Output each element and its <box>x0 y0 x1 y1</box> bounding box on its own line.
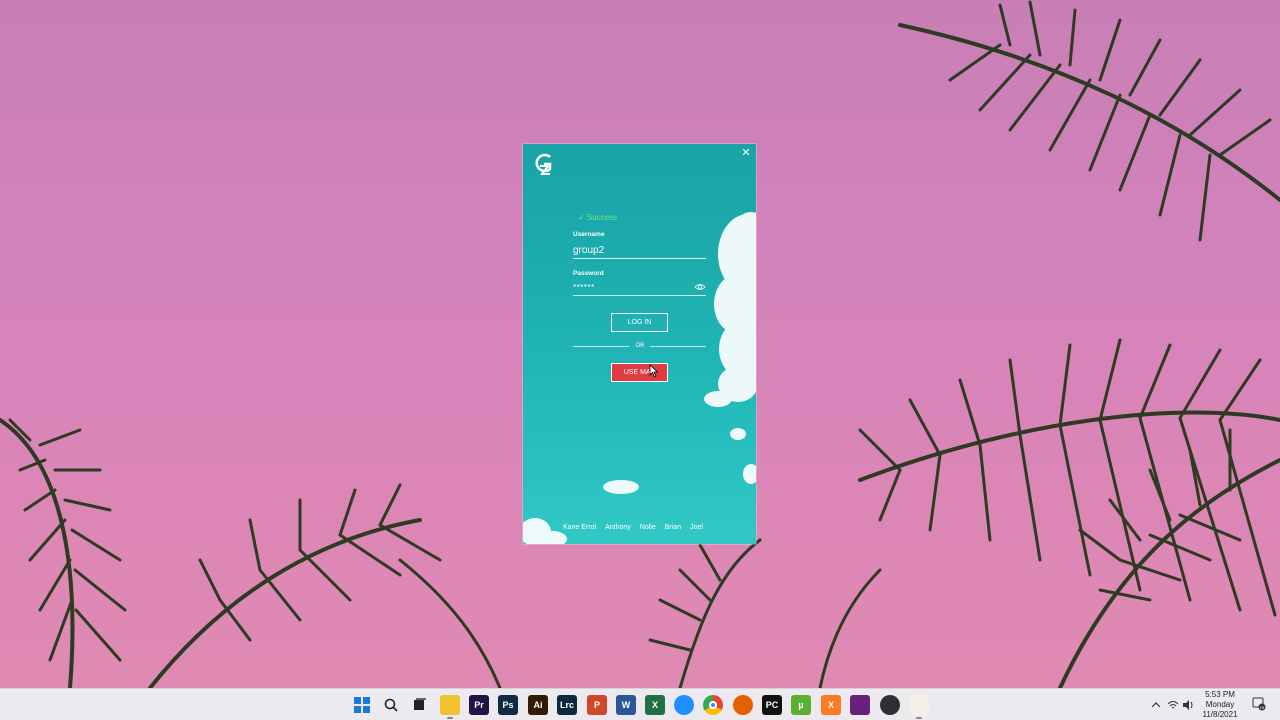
credit-name: Brian <box>664 524 682 531</box>
taskbar-word-icon[interactable]: W <box>616 695 636 715</box>
taskbar-excel-icon[interactable]: X <box>645 695 665 715</box>
taskbar-firefox-like-icon[interactable] <box>733 695 753 715</box>
taskbar-obs-icon[interactable] <box>880 695 900 715</box>
gz-logo-icon <box>535 153 552 175</box>
running-indicator <box>447 717 453 719</box>
username-label: Username <box>573 231 605 238</box>
clock-time: 5:53 PM <box>1205 690 1235 699</box>
taskbar-pycharm-icon[interactable]: PC <box>762 695 782 715</box>
wifi-icon[interactable] <box>1167 699 1179 711</box>
taskbar-windows-start-icon[interactable] <box>352 695 372 715</box>
taskbar-search-icon[interactable] <box>381 695 401 715</box>
taskbar-premiere-pro-icon[interactable]: Pr <box>469 695 489 715</box>
show-password-icon[interactable] <box>694 283 706 291</box>
taskbar-visual-studio-icon[interactable] <box>850 695 870 715</box>
taskbar-photoshop-icon[interactable]: Ps <box>498 695 518 715</box>
taskbar-task-view-icon[interactable] <box>410 695 430 715</box>
credit-name: Anthony <box>605 524 631 531</box>
username-input[interactable] <box>573 243 706 259</box>
chevron-up-icon[interactable] <box>1150 699 1162 711</box>
mouse-cursor-icon <box>649 364 659 378</box>
or-label: OR <box>635 343 645 349</box>
notification-center-icon[interactable]: 15 <box>1252 697 1266 711</box>
or-divider-right <box>650 346 706 347</box>
notification-count: 15 <box>1260 705 1265 710</box>
taskbar-xampp-icon[interactable]: X <box>821 695 841 715</box>
or-divider-left <box>573 346 629 347</box>
taskbar-file-explorer-icon[interactable] <box>440 695 460 719</box>
close-button[interactable]: ✕ <box>740 147 752 159</box>
use-map-button[interactable]: USE MAP <box>611 363 668 382</box>
credit-name: Kane Errol <box>563 524 597 531</box>
clock-date: 11/8/2021 <box>1202 710 1238 719</box>
taskbar-lightroom-classic-icon[interactable]: Lrc <box>557 695 577 715</box>
taskbar-java-app-icon[interactable] <box>909 695 929 719</box>
taskbar-powerpoint-icon[interactable]: P <box>587 695 607 715</box>
clock[interactable]: 5:53 PM Monday 11/8/2021 <box>1198 690 1242 720</box>
taskbar-utorrent-icon[interactable]: µ <box>791 695 811 715</box>
running-indicator <box>916 717 922 719</box>
password-input[interactable] <box>573 280 706 296</box>
credits-list: Kane Errol Anthony Nolie Brian Joel <box>563 524 703 531</box>
login-button[interactable]: LOG IN <box>611 313 668 332</box>
clock-day: Monday <box>1205 700 1235 709</box>
status-message: ✓ Success <box>578 213 618 222</box>
taskbar-blue-app-icon[interactable] <box>674 695 694 715</box>
taskbar: Pr Ps Ai Lrc P W X PC µ X 5:53 PM Monday 11/8/202… <box>0 688 1280 720</box>
credit-name: Joel <box>690 524 703 531</box>
volume-icon[interactable] <box>1182 699 1194 711</box>
taskbar-illustrator-icon[interactable]: Ai <box>528 695 548 715</box>
taskbar-chrome-icon[interactable] <box>703 695 723 715</box>
login-window: ✕ ✓ Success Username Password LOG IN OR … <box>523 144 756 544</box>
password-label: Password <box>573 270 604 277</box>
credit-name: Nolie <box>639 524 656 531</box>
